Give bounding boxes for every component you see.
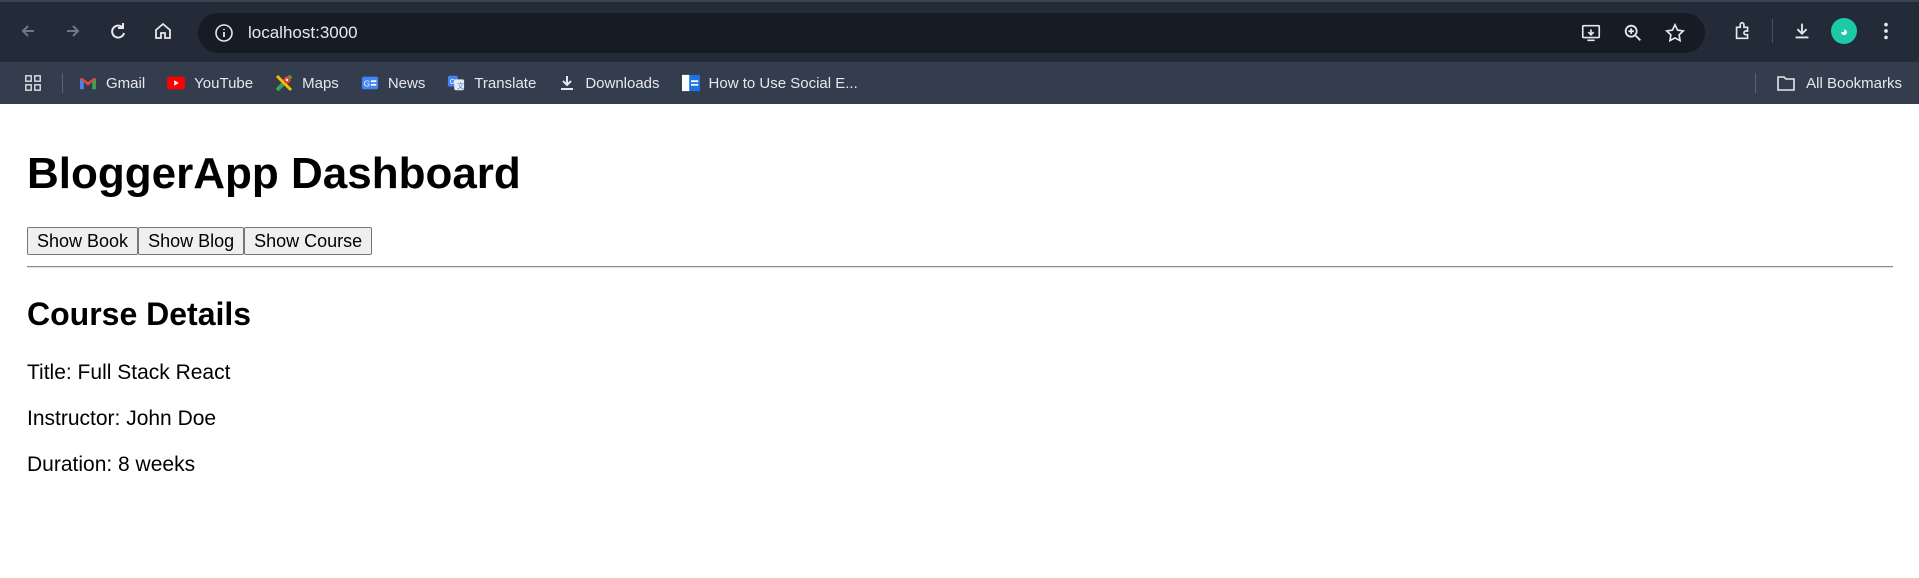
page-content: BloggerApp Dashboard Show Book Show Blog… [0,148,1919,477]
bookmarks-separator [62,73,63,93]
address-bar[interactable]: localhost:3000 [198,13,1705,53]
page-icon [681,74,700,92]
bookmark-social[interactable]: How to Use Social E... [681,74,858,92]
bookmarks-bar: Gmail YouTube Maps G News G文 Translate D… [0,62,1919,104]
bookmark-star-icon[interactable] [1663,21,1687,45]
translate-icon: G文 [447,74,465,92]
divider [27,265,1893,268]
course-instructor: Instructor: John Doe [27,406,217,430]
install-app-icon[interactable] [1579,21,1603,45]
maps-icon [275,74,293,92]
all-bookmarks-button[interactable]: All Bookmarks [1755,73,1902,93]
show-book-button[interactable]: Show Book [27,226,139,255]
bookmark-label: Translate [474,74,537,92]
bookmark-translate[interactable]: G文 Translate [447,74,536,92]
svg-text:G: G [364,80,370,89]
gmail-icon [79,74,97,92]
svg-text:G: G [450,77,456,86]
bookmark-label: Maps [302,74,339,92]
bookmarks-separator [1755,73,1757,93]
download-icon [558,74,576,92]
reload-icon [111,23,125,39]
bookmark-label: YouTube [194,74,254,92]
svg-text:文: 文 [457,81,464,90]
arrow-left-icon [21,25,34,37]
home-icon [155,22,171,39]
bookmark-downloads[interactable]: Downloads [558,74,660,92]
extensions-icon[interactable] [1726,14,1760,48]
all-bookmarks-label: All Bookmarks [1806,74,1902,92]
back-button[interactable] [10,13,46,49]
site-info-icon[interactable] [214,23,234,43]
news-icon: G [361,74,379,92]
bookmark-label: How to Use Social E... [708,74,858,92]
bookmark-label: Downloads [585,74,660,92]
show-course-button[interactable]: Show Course [244,226,373,255]
browser-toolbar: localhost:3000 ◕ [0,0,1919,62]
menu-kebab-icon[interactable] [1869,14,1903,48]
bookmark-label: News [387,74,426,92]
browser-actions: ◕ [1714,14,1903,48]
forward-button[interactable] [55,13,91,49]
bookmark-news[interactable]: G News [361,74,426,92]
course-title: Title: Full Stack React [27,360,231,384]
toggle-buttons: Show Book Show Blog Show Course [27,226,1892,255]
course-duration: Duration: 8 weeks [27,452,196,476]
folder-icon [1776,74,1796,92]
arrow-right-icon [67,25,80,37]
reload-button[interactable] [100,13,136,49]
zoom-icon[interactable] [1621,21,1645,45]
apps-grid-icon[interactable] [22,72,44,94]
page-title: BloggerApp Dashboard [27,149,521,198]
bookmark-youtube[interactable]: YouTube [167,74,253,92]
youtube-icon [167,74,186,92]
section-title: Course Details [27,295,252,332]
toolbar-separator [1772,19,1773,43]
tab-strip-edge [0,0,1919,2]
bookmark-gmail[interactable]: Gmail [79,74,145,92]
profile-avatar[interactable]: ◕ [1831,18,1857,44]
bookmark-label: Gmail [106,74,146,92]
bookmark-maps[interactable]: Maps [275,74,339,92]
downloads-icon[interactable] [1785,14,1819,48]
home-button[interactable] [145,13,181,49]
show-blog-button[interactable]: Show Blog [138,226,245,255]
url-text[interactable]: localhost:3000 [248,23,358,43]
